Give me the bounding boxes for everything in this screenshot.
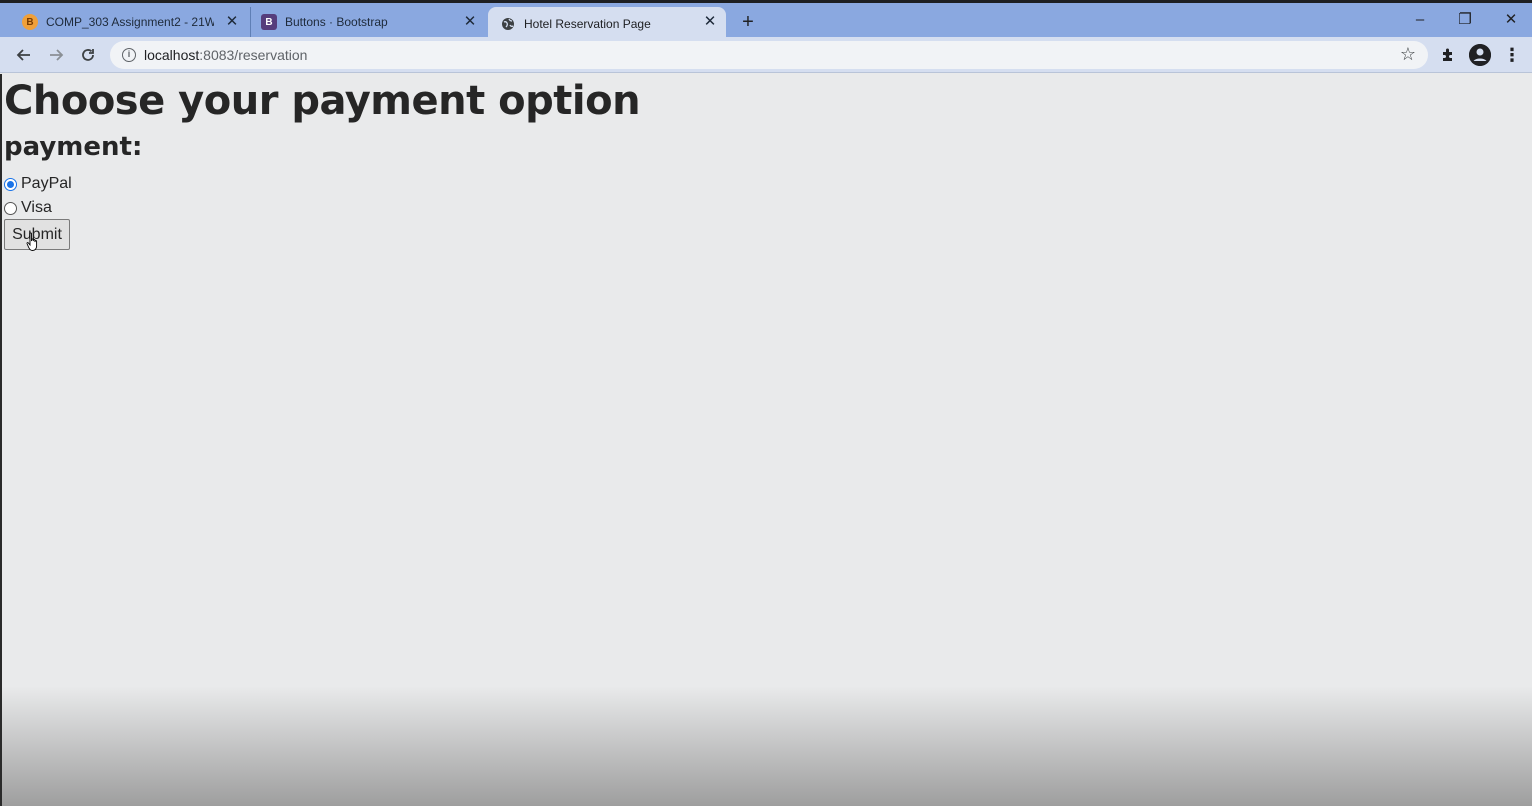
tab-comp303[interactable]: B COMP_303 Assignment2 - 21W - ✕ [12, 7, 248, 37]
reload-icon[interactable] [76, 43, 100, 67]
payment-label: payment: [4, 132, 143, 162]
close-icon[interactable]: ✕ [224, 14, 240, 30]
paypal-label: PayPal [21, 175, 72, 192]
page-content: Choose your payment option payment: PayP… [0, 74, 1532, 806]
browser-window: B COMP_303 Assignment2 - 21W - ✕ B Butto… [0, 0, 1532, 806]
back-icon[interactable] [12, 43, 36, 67]
tab-strip: B COMP_303 Assignment2 - 21W - ✕ B Butto… [0, 0, 1532, 40]
url-host: localhost [144, 47, 200, 63]
account-icon[interactable] [1469, 44, 1491, 66]
tab-title: Hotel Reservation Page [524, 16, 651, 31]
forward-icon[interactable] [44, 43, 68, 67]
visa-label: Visa [21, 199, 52, 216]
minimize-button[interactable]: – [1405, 9, 1435, 31]
restore-button[interactable]: ❐ [1450, 9, 1480, 31]
paypal-radio[interactable] [4, 177, 17, 191]
url-path: :8083/reservation [199, 47, 308, 63]
payment-option-visa[interactable]: Visa [4, 199, 52, 217]
tab-title: COMP_303 Assignment2 - 21W - [46, 15, 214, 29]
blogger-icon: B [22, 14, 38, 30]
tab-bootstrap-buttons[interactable]: B Buttons · Bootstrap ✕ [250, 7, 486, 37]
new-tab-button[interactable]: + [737, 11, 759, 33]
globe-icon [500, 16, 516, 32]
star-icon[interactable]: ☆ [1400, 44, 1416, 65]
extensions-icon[interactable] [1436, 43, 1460, 67]
tab-hotel-reservation[interactable]: Hotel Reservation Page ✕ [488, 7, 726, 40]
address-bar[interactable]: i localhost:8083/reservation ☆ [110, 41, 1428, 69]
payment-option-paypal[interactable]: PayPal [4, 175, 72, 193]
bootstrap-icon: B [261, 14, 277, 30]
page-title: Choose your payment option [4, 78, 641, 124]
close-icon[interactable]: ✕ [702, 14, 718, 30]
bottom-fade [2, 686, 1532, 806]
visa-radio[interactable] [4, 201, 17, 215]
close-icon[interactable]: ✕ [462, 14, 478, 30]
hand-cursor-icon [26, 232, 38, 251]
info-icon[interactable]: i [122, 48, 136, 62]
browser-toolbar: i localhost:8083/reservation ☆ ⋮ [0, 37, 1532, 73]
close-window-button[interactable]: ✕ [1496, 9, 1526, 31]
tab-title: Buttons · Bootstrap [285, 15, 388, 29]
menu-icon[interactable]: ⋮ [1500, 43, 1524, 67]
